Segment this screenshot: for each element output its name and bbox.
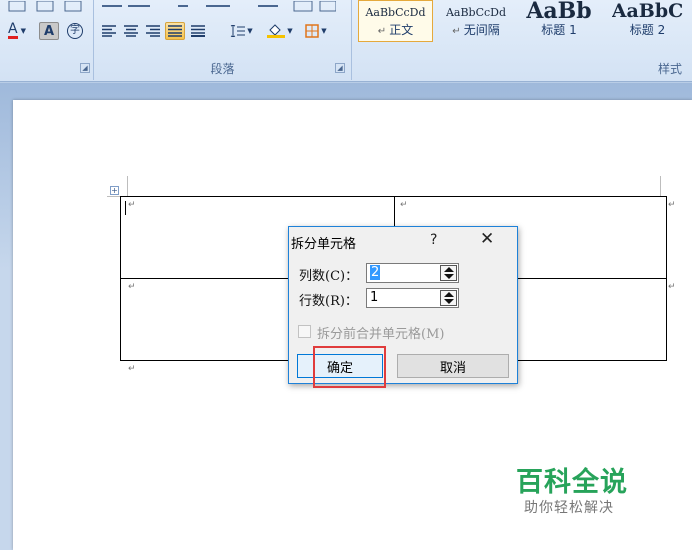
ribbon: A ▼ A 字 ◢ ▼ ▼ ▼ 段落 ◢ AaBbCcDd ↵ 正文 AaBbC… xyxy=(0,0,692,82)
align-center-icon xyxy=(123,25,138,37)
table-border-bottom xyxy=(120,360,290,361)
chevron-down-icon: ▼ xyxy=(321,27,327,35)
split-cells-dialog: 拆分单元格 ? ✕ 列数(C)： 2 行数(R)： 1 拆分前合并单元格(M) … xyxy=(288,226,518,384)
enclose-char-button[interactable]: 字 xyxy=(63,22,87,40)
crop-mark xyxy=(127,176,128,196)
style-sample: AaBbCcDd xyxy=(445,6,507,19)
styles-group-label: 样式 xyxy=(658,62,683,76)
style-name: 正文 xyxy=(389,23,414,37)
spin-up-icon[interactable] xyxy=(444,292,454,297)
border-grid-icon xyxy=(305,24,320,38)
chevron-down-icon: ▼ xyxy=(287,27,293,35)
distributed-button[interactable] xyxy=(188,22,208,40)
table-border-left xyxy=(120,196,121,361)
columns-label: 列数(C)： xyxy=(299,269,359,284)
align-left-button[interactable] xyxy=(99,22,118,40)
font-dialog-launcher-icon[interactable]: ◢ xyxy=(80,63,90,73)
table-column-border xyxy=(394,196,395,228)
paragraph-dialog-launcher-icon[interactable]: ◢ xyxy=(335,63,345,73)
table-border-right xyxy=(666,196,667,361)
justify-icon xyxy=(168,25,182,37)
style-sample: AaBb xyxy=(526,1,592,19)
font-color-icon: A xyxy=(8,21,18,39)
rows-label: 行数(R)： xyxy=(299,294,358,309)
style-sample: AaBbC xyxy=(611,1,684,19)
paragraph-mark: ↵ xyxy=(400,200,408,210)
font-tools-row-1[interactable] xyxy=(0,0,90,14)
borders-button[interactable]: ▼ xyxy=(300,22,332,40)
paint-bucket-icon xyxy=(267,24,286,38)
style-name-row: ↵ 无间隔 xyxy=(452,21,499,38)
columns-spin-buttons[interactable] xyxy=(440,265,457,281)
paragraph-tools-row-1[interactable] xyxy=(97,0,337,14)
style-name: 无间隔 xyxy=(463,23,500,37)
align-right-icon xyxy=(145,25,160,37)
style-no-spacing[interactable]: AaBbCcDd ↵ 无间隔 xyxy=(436,0,516,42)
rows-spin-buttons[interactable] xyxy=(440,290,457,306)
style-heading-2[interactable]: AaBbC 标题 2 xyxy=(603,0,692,42)
style-name: 标题 2 xyxy=(629,23,666,37)
style-sample: AaBbCcDd xyxy=(365,6,426,19)
justify-button[interactable] xyxy=(165,22,185,40)
group-separator xyxy=(93,0,94,80)
rows-value[interactable]: 1 xyxy=(370,290,378,305)
spin-down-icon[interactable] xyxy=(444,299,454,304)
text-cursor xyxy=(125,201,126,215)
paragraph-mark-icon: ↵ xyxy=(452,26,461,37)
paragraph-mark: ↵ xyxy=(668,200,676,210)
table-border-bottom xyxy=(516,360,667,361)
chevron-down-icon: ▼ xyxy=(20,27,26,35)
char-shading-button[interactable]: A xyxy=(39,22,59,40)
paragraph-mark-icon: ↵ xyxy=(377,26,387,37)
paragraph-mark: ↵ xyxy=(128,282,136,292)
columns-value[interactable]: 2 xyxy=(370,265,381,280)
line-spacing-button[interactable]: ▼ xyxy=(226,22,256,40)
style-heading-1[interactable]: AaBb 标题 1 xyxy=(520,0,598,42)
font-format-icons xyxy=(8,1,82,12)
paragraph-mark: ↵ xyxy=(128,200,136,210)
align-right-button[interactable] xyxy=(143,22,162,40)
help-icon[interactable]: ? xyxy=(430,232,437,248)
align-center-button[interactable] xyxy=(121,22,140,40)
align-left-icon xyxy=(101,25,116,37)
table-move-handle-icon[interactable]: + xyxy=(110,186,119,195)
watermark-title: 百科全说 xyxy=(516,467,628,498)
ok-button[interactable]: 确定 xyxy=(297,354,383,378)
enclose-char-icon: 字 xyxy=(67,23,83,39)
char-shading-icon: A xyxy=(43,23,55,39)
style-name-row: ↵ 正文 xyxy=(378,21,413,38)
merge-before-split-label: 拆分前合并单元格(M) xyxy=(317,327,445,342)
paragraph-group-label: 段落 xyxy=(210,62,235,76)
style-name: 标题 1 xyxy=(541,23,577,37)
paragraph-mark: ↵ xyxy=(668,282,676,292)
rows-spinner[interactable]: 1 xyxy=(366,288,459,308)
line-spacing-icon xyxy=(231,25,246,37)
distributed-icon xyxy=(191,25,205,37)
watermark-subtitle: 助你轻松解决 xyxy=(524,500,614,516)
font-color-button[interactable]: A ▼ xyxy=(2,22,32,40)
dialog-title: 拆分单元格 xyxy=(291,237,357,252)
crop-mark xyxy=(660,176,661,196)
cancel-button[interactable]: 取消 xyxy=(397,354,509,378)
style-normal[interactable]: AaBbCcDd ↵ 正文 xyxy=(358,0,433,42)
group-separator xyxy=(351,0,352,80)
shading-button[interactable]: ▼ xyxy=(263,22,297,40)
chevron-down-icon: ▼ xyxy=(247,27,253,35)
merge-before-split-checkbox[interactable] xyxy=(298,325,311,338)
spin-down-icon[interactable] xyxy=(444,274,454,279)
paragraph-mark: ↵ xyxy=(128,364,136,374)
spin-up-icon[interactable] xyxy=(444,267,454,272)
close-icon[interactable]: ✕ xyxy=(480,229,494,249)
list-indent-icons xyxy=(102,1,336,12)
columns-spinner[interactable]: 2 xyxy=(366,263,459,283)
